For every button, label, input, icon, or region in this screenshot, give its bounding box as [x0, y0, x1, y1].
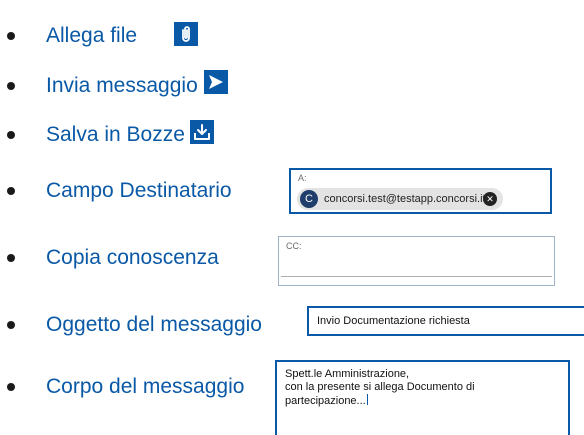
recipient-field-label: A:: [298, 173, 307, 183]
avatar: C: [300, 190, 318, 208]
bullet: [7, 187, 15, 195]
body-line: partecipazione...: [285, 395, 366, 407]
recipient-email: concorsi.test@testapp.concorsi.it: [324, 193, 486, 205]
legend-item-send: Invia messaggio: [0, 68, 584, 98]
legend-label-send: Invia messaggio: [46, 74, 198, 97]
legend-label-attach: Allega file: [46, 24, 138, 47]
bullet: [7, 383, 15, 391]
message-body-text: Spett.le Amministrazione, con la present…: [285, 368, 475, 408]
bullet: [7, 321, 15, 329]
legend-item-recipient: Campo Destinatario A: C concorsi.test@te…: [0, 165, 584, 215]
cc-field[interactable]: CC:: [278, 236, 555, 286]
legend-label-cc: Copia conoscenza: [46, 246, 219, 269]
legend-item-cc: Copia conoscenza CC:: [0, 236, 584, 286]
recipient-field[interactable]: A: C concorsi.test@testapp.concorsi.it ✕: [289, 168, 552, 214]
bullet: [7, 254, 15, 262]
bullet: [7, 32, 15, 40]
legend-label-save-draft: Salva in Bozze: [46, 123, 185, 146]
cc-field-underline: [281, 276, 552, 277]
legend-item-body: Corpo del messaggio Spett.le Amministraz…: [0, 358, 584, 435]
close-circle-icon[interactable]: ✕: [483, 192, 497, 206]
paperclip-icon[interactable]: [174, 22, 198, 46]
legend-item-attach: Allega file: [0, 18, 584, 48]
subject-value: Invio Documentazione richiesta: [317, 315, 470, 327]
text-caret: [366, 394, 368, 405]
body-line: con la presente si allega Documento di: [285, 381, 475, 393]
recipient-chip[interactable]: C concorsi.test@testapp.concorsi.it ✕: [297, 188, 503, 210]
cc-field-label: CC:: [286, 241, 302, 251]
legend-label-subject: Oggetto del messaggio: [46, 313, 262, 336]
bullet: [7, 82, 15, 90]
legend-label-recipient: Campo Destinatario: [46, 179, 232, 202]
download-tray-icon[interactable]: [190, 120, 214, 144]
legend-item-save-draft: Salva in Bozze: [0, 117, 584, 147]
legend-item-subject: Oggetto del messaggio Invio Documentazio…: [0, 303, 584, 343]
subject-field[interactable]: Invio Documentazione richiesta: [307, 306, 584, 336]
send-icon[interactable]: [204, 70, 228, 94]
body-line: Spett.le Amministrazione,: [285, 368, 410, 380]
bullet: [7, 131, 15, 139]
legend-label-body: Corpo del messaggio: [46, 375, 245, 398]
message-body-field[interactable]: Spett.le Amministrazione, con la present…: [275, 360, 570, 435]
